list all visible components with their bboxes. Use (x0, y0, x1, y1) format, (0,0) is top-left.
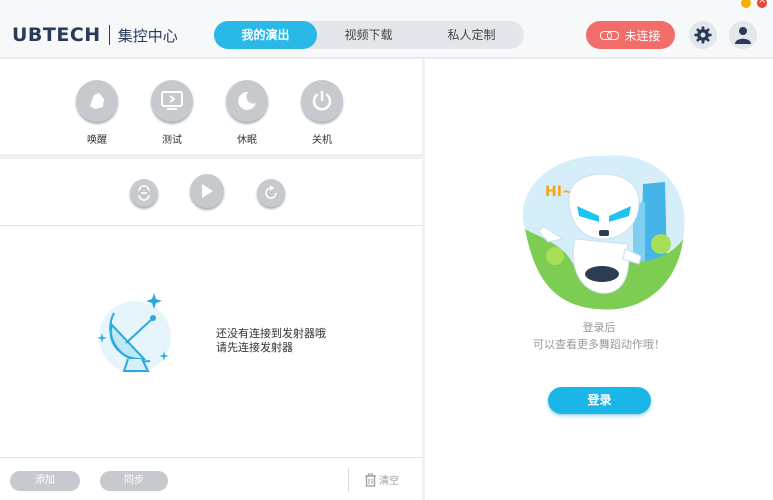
power-label: 关机 (312, 135, 332, 146)
trash-icon (365, 473, 376, 487)
divider (348, 468, 349, 492)
sleep-button[interactable]: z (226, 80, 268, 122)
sleep-icon: z (238, 91, 256, 110)
sync-button[interactable]: 同步 (100, 471, 168, 491)
test-icon (161, 91, 183, 110)
connect-button[interactable]: 未连接 (586, 21, 675, 49)
login-button[interactable]: 登录 (548, 387, 651, 414)
power-button[interactable] (301, 80, 343, 122)
clear-label: 清空 (379, 476, 399, 487)
tab-my-shows[interactable]: 我的演出 (214, 21, 317, 49)
connect-label: 未连接 (624, 28, 661, 43)
empty-message-line2: 请先连接发射器 (216, 341, 293, 354)
robot-illustration: HI~ (522, 155, 685, 310)
wake-label: 唤醒 (87, 135, 107, 146)
login-hint-line2: 可以查看更多舞蹈动作哦！ (533, 338, 665, 351)
empty-message-line1: 还没有连接到发射器哦 (216, 327, 326, 340)
satellite-dish-icon (97, 293, 171, 373)
tab-video-download[interactable]: 视频下载 (317, 21, 420, 49)
settings-button[interactable] (689, 21, 717, 49)
wake-action[interactable]: 唤醒 (75, 80, 119, 146)
main-tabs: 我的演出 视频下载 私人定制 (214, 21, 524, 49)
logo-subtitle: 集控中心 (117, 26, 178, 45)
login-hint-line1: 登录后 (582, 321, 616, 334)
tab-custom[interactable]: 私人定制 (420, 21, 523, 49)
left-panel: 唤醒 测试 z 休眠 关机 还没有连接到发射器哦 请先连接发射器 添加 同步 清… (0, 59, 422, 500)
bottom-bar: 添加 同步 清空 (0, 457, 422, 500)
loop-button[interactable] (130, 179, 158, 207)
play-icon (202, 184, 213, 198)
loop-icon (138, 185, 150, 201)
add-button[interactable]: 添加 (10, 471, 80, 491)
minimize-button[interactable] (741, 0, 751, 8)
link-icon (600, 30, 620, 40)
robot-actions: 唤醒 测试 z 休眠 关机 (0, 59, 422, 159)
wake-icon (90, 93, 104, 109)
empty-state: 还没有连接到发射器哦 请先连接发射器 (0, 227, 422, 457)
user-icon (735, 27, 751, 44)
right-panel: HI~ 登录后 可以查看更多舞蹈动作哦！ 登录 (425, 59, 773, 500)
account-button[interactable] (729, 21, 757, 49)
svg-text:z: z (250, 93, 254, 101)
test-action[interactable]: 测试 (150, 80, 194, 146)
player-controls (0, 164, 422, 226)
test-label: 测试 (162, 135, 182, 146)
logo-brand: UBTECH (12, 24, 101, 46)
test-button[interactable] (151, 80, 193, 122)
window-controls (741, 0, 767, 8)
gear-icon (694, 26, 712, 44)
power-icon (312, 90, 332, 111)
header: UBTECH 集控中心 我的演出 视频下载 私人定制 未连接 (0, 0, 773, 58)
sleep-action[interactable]: z 休眠 (225, 80, 269, 146)
power-action[interactable]: 关机 (300, 80, 344, 146)
sleep-label: 休眠 (237, 135, 257, 146)
refresh-button[interactable] (257, 179, 285, 207)
close-window-button[interactable] (757, 0, 767, 8)
wake-button[interactable] (76, 80, 118, 122)
refresh-icon (265, 185, 277, 199)
play-button[interactable] (190, 174, 224, 208)
logo-divider (108, 25, 110, 45)
empty-message: 还没有连接到发射器哦 请先连接发射器 (216, 327, 326, 355)
clear-button[interactable]: 清空 (364, 472, 399, 487)
logo: UBTECH 集控中心 (12, 24, 178, 46)
